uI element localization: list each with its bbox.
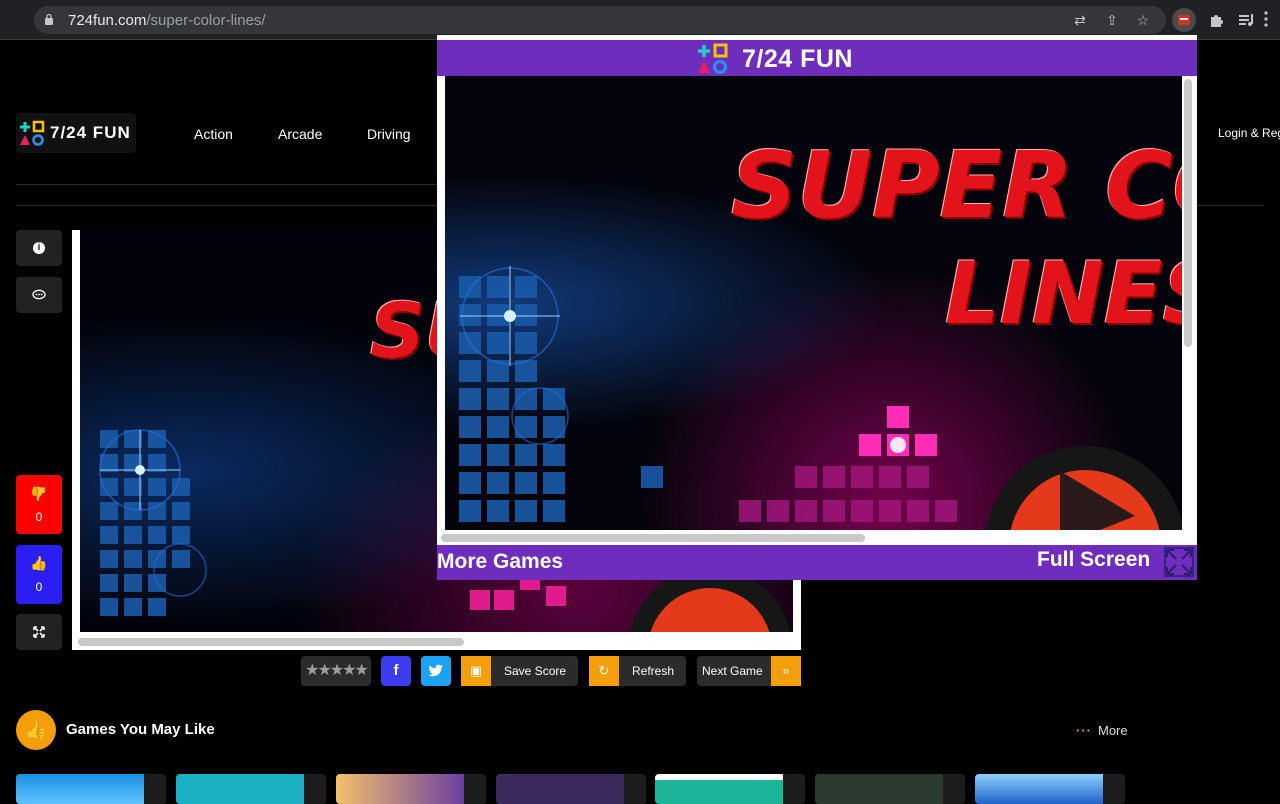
refresh-icon: ↻ xyxy=(589,656,619,686)
refresh-button[interactable]: ↻ Refresh xyxy=(589,656,686,686)
login-register-link[interactable]: Login & Reg xyxy=(1218,126,1280,140)
menu-icon[interactable] xyxy=(1264,10,1268,30)
more-label: More xyxy=(1098,723,1128,738)
like-count: 0 xyxy=(35,580,43,594)
lock-icon[interactable] xyxy=(44,13,54,25)
popup-title: 7/24 FUN xyxy=(742,45,853,73)
save-icon: ▣ xyxy=(461,656,491,686)
game-title-line1: SUPER CO xyxy=(731,132,1182,239)
star-icon[interactable]: ☆ xyxy=(1133,10,1153,30)
dots-icon: ··· xyxy=(1076,723,1092,738)
like-button[interactable]: 👍 0 xyxy=(16,545,62,604)
divider xyxy=(16,184,437,185)
logo-text: 7/24 FUN xyxy=(50,123,131,142)
fullscreen-icon[interactable] xyxy=(1164,547,1194,577)
media-icon[interactable] xyxy=(1237,10,1257,30)
more-link[interactable]: ··· More xyxy=(1076,723,1128,738)
comment-icon xyxy=(32,289,46,300)
double-arrow-right-icon: » xyxy=(771,656,801,686)
popup-footer: More Games Full Screen xyxy=(437,545,1197,580)
dislike-button[interactable]: 👍 0 xyxy=(16,475,62,534)
next-game-label: Next Game xyxy=(702,664,763,678)
browser-toolbar: 724fun.com/super-color-lines/ ⇄ ⇪ ☆ xyxy=(0,0,1280,40)
vertical-scrollbar[interactable] xyxy=(1184,79,1192,347)
info-icon: i xyxy=(33,242,45,254)
puzzle-icon[interactable] xyxy=(1206,10,1226,30)
thumbs-down-icon: 👍 xyxy=(30,486,48,502)
share-icon[interactable]: ⇪ xyxy=(1102,10,1122,30)
fullscreen-button[interactable] xyxy=(16,614,62,650)
save-score-label: Save Score xyxy=(504,664,567,678)
nav-arcade[interactable]: Arcade xyxy=(278,126,322,142)
info-button[interactable]: i xyxy=(16,230,62,266)
comments-button[interactable] xyxy=(16,277,62,313)
address-bar[interactable]: 724fun.com/super-color-lines/ ⇄ ⇪ ☆ xyxy=(34,6,1166,34)
twitter-share-button[interactable] xyxy=(421,656,451,686)
full-screen-button[interactable]: Full Screen xyxy=(1037,548,1150,572)
extension-active-icon[interactable] xyxy=(1172,8,1196,32)
game-title-line2: LINES xyxy=(945,244,1182,344)
game-popup-window[interactable]: 7/24 FUN SUPER C LINE More Games Full Sc… xyxy=(437,35,1197,580)
more-games-button[interactable]: More Games xyxy=(437,550,563,574)
translate-icon[interactable]: ⇄ xyxy=(1070,10,1090,30)
dislike-count: 0 xyxy=(35,510,43,524)
facebook-icon: f xyxy=(393,662,399,679)
thumbs-up-icon: 👍 xyxy=(30,555,48,571)
site-logo[interactable]: 7/24 FUN xyxy=(16,113,136,153)
next-game-button[interactable]: Next Game » xyxy=(697,656,801,686)
thumbs-up-icon: 👍 xyxy=(16,710,56,750)
url-text[interactable]: 724fun.com/super-color-lines/ xyxy=(68,12,266,29)
expand-icon xyxy=(33,626,45,638)
logo-shapes-icon xyxy=(698,43,728,74)
horizontal-scrollbar[interactable] xyxy=(441,534,865,542)
twitter-icon xyxy=(428,664,443,677)
rating-stars[interactable]: ★★★★★ xyxy=(301,656,371,686)
section-title: Games You May Like xyxy=(66,721,215,738)
refresh-label: Refresh xyxy=(632,664,675,678)
nav-driving[interactable]: Driving xyxy=(367,126,411,142)
logo-shapes-icon xyxy=(20,120,45,146)
nav-action[interactable]: Action xyxy=(194,126,233,142)
popup-header: 7/24 FUN xyxy=(437,40,1197,76)
save-score-button[interactable]: ▣ Save Score xyxy=(461,656,578,686)
popup-game-canvas[interactable]: SUPER CO LINES xyxy=(445,76,1182,530)
horizontal-scrollbar[interactable] xyxy=(78,638,464,646)
facebook-share-button[interactable]: f xyxy=(381,656,411,686)
